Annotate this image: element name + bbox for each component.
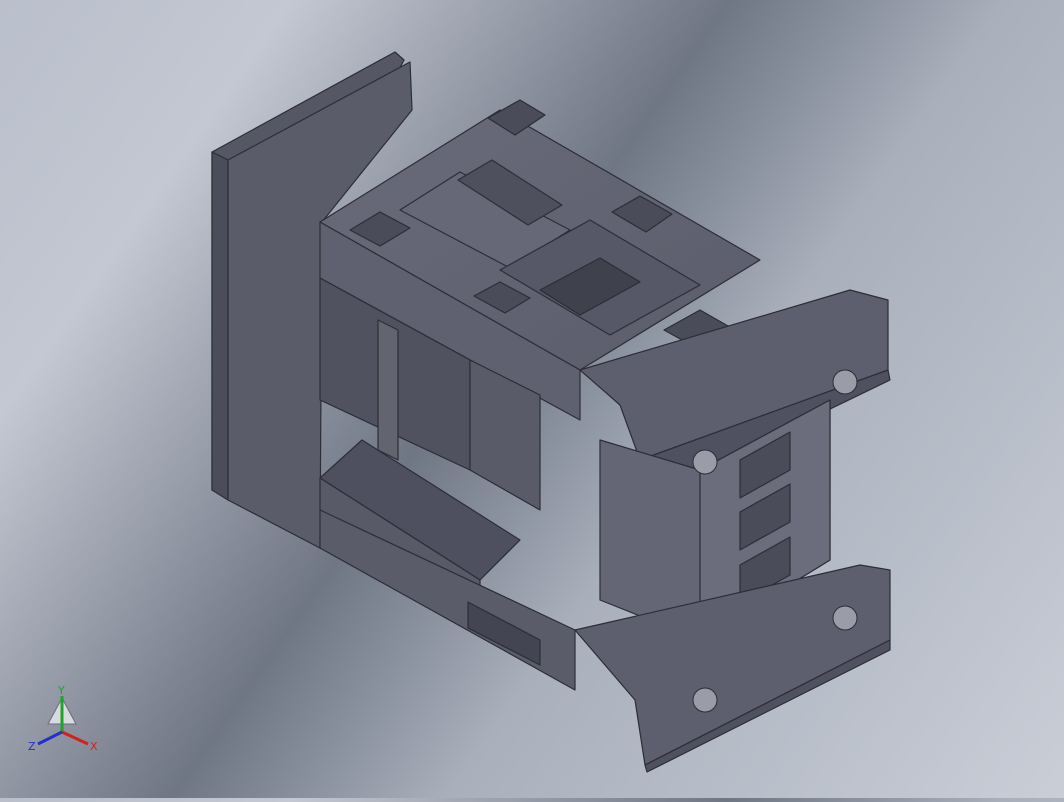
sprocket-upper-right [832,369,858,395]
z-axis-label: Z [28,740,36,753]
z-axis [37,730,63,746]
machine-frame-model[interactable] [0,0,1064,798]
y-axis-label: Y [57,684,65,697]
x-axis [61,730,89,746]
sprocket-lower-left [692,687,718,713]
view-orientation-triad[interactable]: Y X Z [22,684,112,764]
sprocket-upper-left [692,449,718,475]
x-axis-label: X [90,740,98,753]
sprocket-lower-right [832,605,858,631]
cad-graphics-viewport[interactable] [0,0,1064,798]
